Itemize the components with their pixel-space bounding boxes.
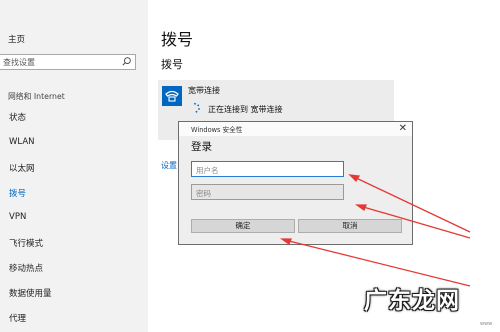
page-title: 拨号: [161, 30, 194, 49]
password-field[interactable]: 密码: [191, 184, 344, 200]
loading-spinner-icon: [194, 102, 200, 113]
sidebar-item-vpn[interactable]: VPN: [9, 212, 26, 222]
sidebar-item-ethernet[interactable]: 以太网: [9, 162, 35, 174]
dialog-heading: 登录: [191, 141, 212, 153]
section-title: 拨号: [161, 58, 183, 71]
search-icon[interactable]: [121, 56, 132, 67]
search-input[interactable]: 查找设置: [0, 54, 136, 70]
dialog-titlebar: Windows 安全性 ✕: [179, 122, 412, 136]
connection-name: 宽带连接: [188, 86, 220, 95]
ok-button[interactable]: 确定: [191, 219, 295, 233]
settings-sidebar: 主页 查找设置 网络和 Internet 状态 WLAN 以太网 拨号 VPN …: [0, 0, 148, 332]
dialog-window-title: Windows 安全性: [191, 126, 243, 134]
windows-security-dialog: Windows 安全性 ✕ 登录 用户名 密码 确定 取消: [178, 121, 413, 245]
arrow-to-ok-button: [284, 239, 471, 287]
sidebar-home[interactable]: 主页: [8, 33, 25, 45]
cancel-button[interactable]: 取消: [298, 219, 402, 233]
sidebar-item-airplane-mode[interactable]: 飞行模式: [9, 237, 43, 249]
settings-link[interactable]: 设置: [161, 160, 177, 171]
sidebar-item-mobile-hotspot[interactable]: 移动热点: [9, 262, 43, 274]
watermark-url: www: [480, 321, 493, 327]
sidebar-category-network: 网络和 Internet: [8, 92, 65, 101]
dialup-phone-icon: [162, 86, 182, 106]
sidebar-item-dialup[interactable]: 拨号: [9, 187, 26, 199]
sidebar-item-proxy[interactable]: 代理: [9, 312, 26, 324]
username-field[interactable]: 用户名: [191, 161, 344, 177]
sidebar-item-status[interactable]: 状态: [9, 111, 26, 123]
sidebar-item-data-usage[interactable]: 数据使用量: [9, 287, 52, 299]
search-placeholder: 查找设置: [3, 58, 35, 67]
close-icon[interactable]: ✕: [399, 122, 407, 136]
sidebar-item-wlan[interactable]: WLAN: [9, 137, 35, 147]
username-placeholder: 用户名: [196, 166, 219, 175]
watermark-logo: 广东龙网: [364, 288, 460, 314]
password-placeholder: 密码: [196, 189, 211, 198]
connection-status: 正在连接到 宽带连接: [208, 105, 283, 114]
